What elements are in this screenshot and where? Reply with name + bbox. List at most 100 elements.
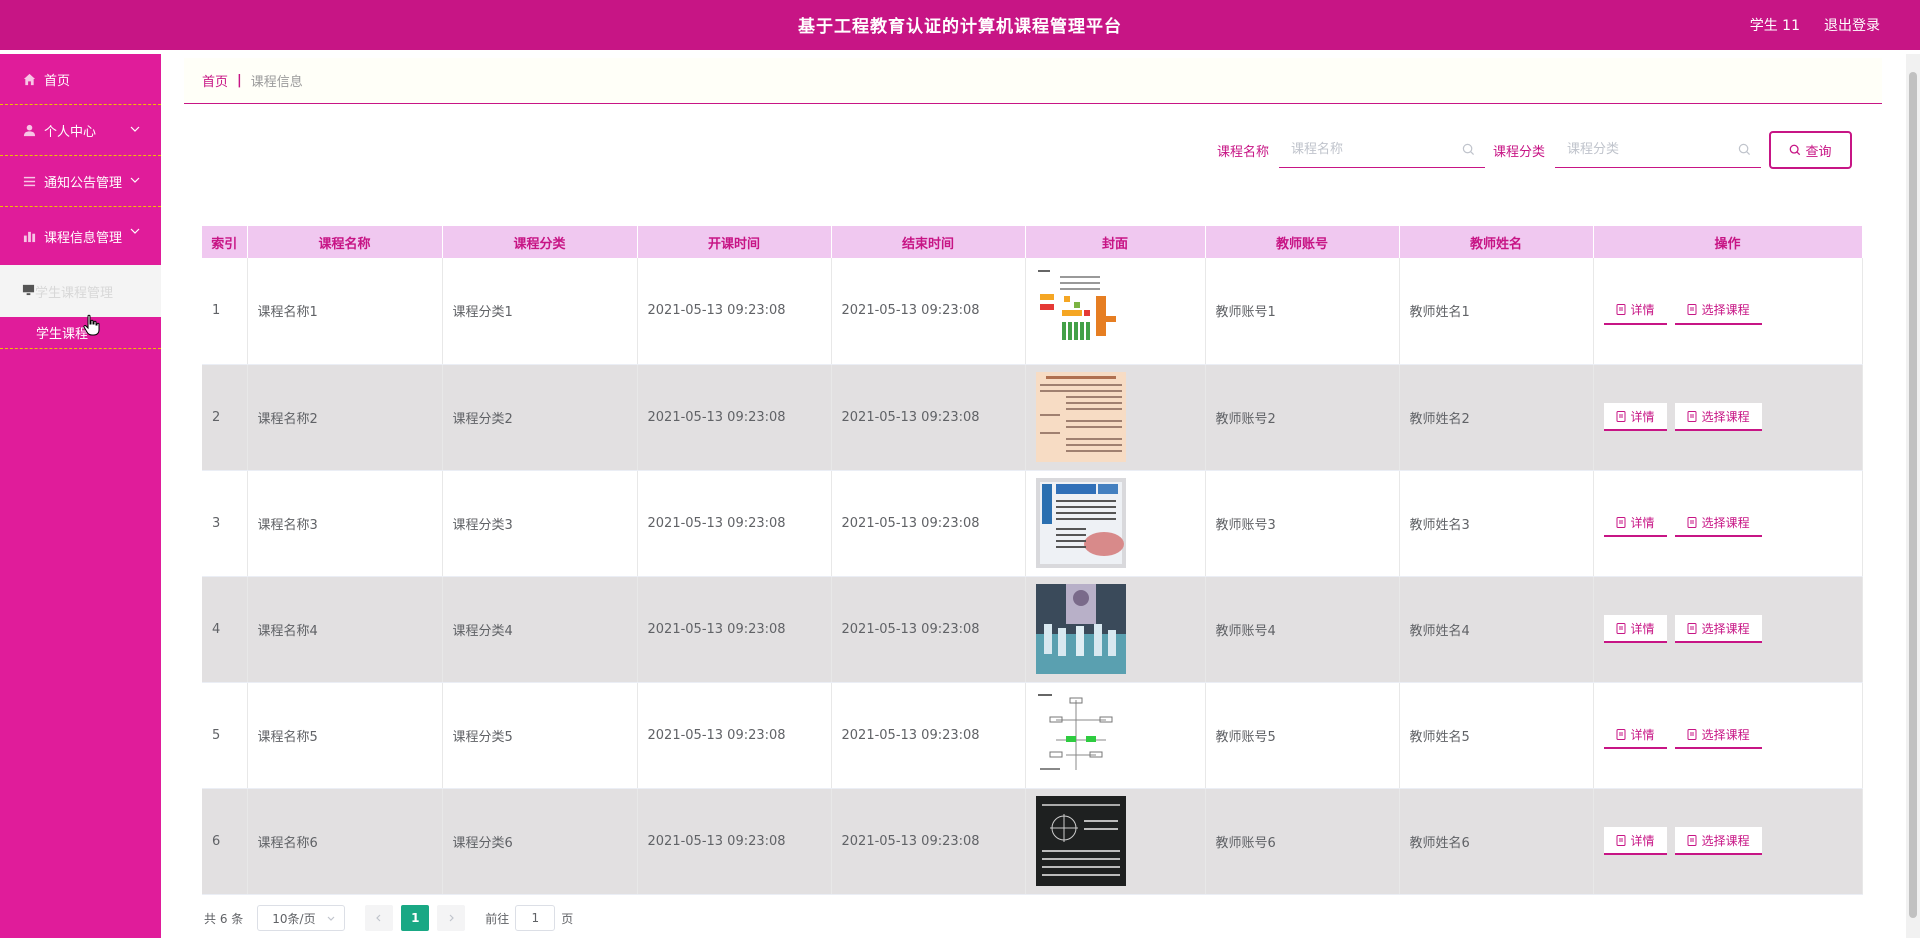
table-row[interactable]: 6 课程名称6 课程分类6 2021-05-13 09:23:08 2021-0…	[202, 788, 1863, 895]
cell-index: 6	[202, 788, 248, 895]
page-size-select[interactable]: 10条/页	[257, 905, 346, 931]
search-icon	[1738, 143, 1751, 156]
detail-button[interactable]: 详情	[1603, 615, 1667, 643]
select-course-button[interactable]: 选择课程	[1674, 721, 1762, 749]
query-button[interactable]: 查询	[1769, 131, 1852, 169]
table-row[interactable]: 4 课程名称4 课程分类4 2021-05-13 09:23:08 2021-0…	[202, 576, 1863, 683]
cover-image-diagram[interactable]	[1035, 690, 1126, 780]
chevron-left-icon	[376, 914, 381, 922]
page-suffix: 页	[561, 911, 574, 926]
cell-end-time: 2021-05-13 09:23:08	[831, 788, 1026, 895]
user-icon	[22, 123, 36, 137]
search-icon	[1462, 143, 1475, 156]
cell-course-name: 课程名称6	[247, 788, 443, 895]
goto-page-input[interactable]: 1	[515, 905, 556, 931]
table-row[interactable]: 2 课程名称2 课程分类2 2021-05-13 09:23:08 2021-0…	[202, 364, 1863, 471]
next-page-button[interactable]	[437, 905, 466, 931]
course-name-label: 课程名称	[1216, 144, 1269, 160]
cell-course-category: 课程分类6	[442, 788, 638, 895]
chevron-right-icon	[449, 914, 455, 922]
sidebar-item-course-info[interactable]: 课程信息管理	[0, 207, 161, 265]
vertical-scrollbar[interactable]	[1906, 54, 1920, 938]
pagination: 共 6 条 10条/页 1 前往 1 页	[204, 905, 573, 931]
cell-cover	[1025, 576, 1206, 683]
cell-teacher-account: 教师账号1	[1205, 258, 1400, 365]
select-course-button-label: 选择课程	[1701, 833, 1750, 848]
cell-actions: 详情 选择课程	[1593, 470, 1863, 577]
select-course-button[interactable]: 选择课程	[1674, 403, 1762, 431]
cell-teacher-name: 教师姓名6	[1399, 788, 1594, 895]
top-header: 基于工程教育认证的计算机课程管理平台 学生 11 退出登录	[0, 0, 1920, 50]
cell-cover	[1025, 470, 1206, 577]
logout-button[interactable]: 退出登录	[1824, 15, 1880, 35]
cell-end-time: 2021-05-13 09:23:08	[831, 682, 1026, 789]
cell-actions: 详情 选择课程	[1593, 682, 1863, 789]
column-header[interactable]: 封面	[1025, 226, 1206, 258]
cell-index: 5	[202, 682, 248, 789]
column-header[interactable]: 课程分类	[442, 226, 638, 258]
select-course-button[interactable]: 选择课程	[1674, 296, 1762, 325]
cover-image-photo[interactable]	[1035, 584, 1126, 674]
cell-teacher-name: 教师姓名2	[1399, 364, 1594, 471]
scrollbar-thumb[interactable]	[1909, 72, 1917, 918]
table-row[interactable]: 5 课程名称5 课程分类5 2021-05-13 09:23:08 2021-0…	[202, 682, 1863, 789]
column-header[interactable]: 索引	[202, 226, 248, 258]
sidebar-item-notices[interactable]: 通知公告管理	[0, 156, 161, 207]
chart-icon	[22, 229, 36, 243]
document-icon	[1687, 622, 1697, 634]
chevron-down-icon	[130, 228, 140, 234]
table-row[interactable]: 1 课程名称1 课程分类1 2021-05-13 09:23:08 2021-0…	[202, 258, 1863, 365]
course-name-input[interactable]	[1278, 132, 1485, 167]
app-title: 基于工程教育认证的计算机课程管理平台	[798, 17, 1122, 37]
detail-button[interactable]: 详情	[1603, 827, 1667, 855]
chevron-down-icon	[130, 126, 140, 132]
cell-index: 1	[202, 258, 248, 365]
document-icon	[1687, 304, 1697, 316]
select-course-button[interactable]: 选择课程	[1674, 827, 1762, 855]
chevron-down-icon	[327, 916, 335, 921]
cell-actions: 详情 选择课程	[1593, 576, 1863, 683]
cover-image-poster[interactable]	[1035, 478, 1126, 568]
cell-teacher-name: 教师姓名3	[1399, 470, 1594, 577]
column-header[interactable]: 操作	[1593, 226, 1863, 258]
cell-end-time: 2021-05-13 09:23:08	[831, 364, 1026, 471]
breadcrumb: 首页 | 课程信息	[184, 58, 1882, 104]
cover-image-blackboard[interactable]	[1035, 796, 1126, 886]
table-row[interactable]: 3 课程名称3 课程分类3 2021-05-13 09:23:08 2021-0…	[202, 470, 1863, 577]
page-number-button[interactable]: 1	[401, 905, 430, 931]
detail-button[interactable]: 详情	[1603, 296, 1667, 325]
cell-cover	[1025, 788, 1206, 895]
sidebar-item-student-course-mgmt[interactable]: 学生课程管理	[0, 265, 161, 317]
list-icon	[22, 174, 36, 188]
cell-end-time: 2021-05-13 09:23:08	[831, 470, 1026, 577]
column-header[interactable]: 开课时间	[637, 226, 832, 258]
prev-page-button[interactable]	[365, 905, 394, 931]
sidebar-item-home[interactable]: 首页	[0, 54, 161, 105]
column-header[interactable]: 教师姓名	[1399, 226, 1594, 258]
course-table: 索引 课程名称 课程分类 开课时间 结束时间 封面 教师账号 教师姓名 操作 1…	[202, 226, 1863, 895]
sidebar-item-profile[interactable]: 个人中心	[0, 105, 161, 156]
select-course-button-label: 选择课程	[1701, 409, 1750, 424]
cover-image-document[interactable]	[1035, 372, 1126, 462]
cell-teacher-name: 教师姓名5	[1399, 682, 1594, 789]
cell-course-category: 课程分类2	[442, 364, 638, 471]
column-header[interactable]: 课程名称	[247, 226, 443, 258]
course-category-input[interactable]	[1555, 132, 1761, 167]
search-bar: 课程名称 课程分类 查询	[1217, 131, 1852, 169]
cover-image-flowchart[interactable]	[1035, 265, 1126, 356]
select-course-button-label: 选择课程	[1701, 303, 1750, 318]
column-header[interactable]: 教师账号	[1205, 226, 1400, 258]
select-course-button[interactable]: 选择课程	[1674, 509, 1762, 537]
cell-end-time: 2021-05-13 09:23:08	[831, 576, 1026, 683]
select-course-button[interactable]: 选择课程	[1674, 615, 1762, 643]
sidebar-subitem-student-course[interactable]: 学生课程	[0, 317, 161, 349]
document-icon	[1616, 834, 1625, 846]
cell-actions: 详情 选择课程	[1593, 258, 1863, 365]
column-header[interactable]: 结束时间	[831, 226, 1026, 258]
cell-teacher-account: 教师账号2	[1205, 364, 1400, 471]
cell-cover	[1025, 682, 1206, 789]
detail-button[interactable]: 详情	[1603, 403, 1667, 431]
detail-button[interactable]: 详情	[1603, 721, 1667, 749]
detail-button[interactable]: 详情	[1603, 509, 1667, 537]
breadcrumb-home[interactable]: 首页	[202, 71, 228, 90]
